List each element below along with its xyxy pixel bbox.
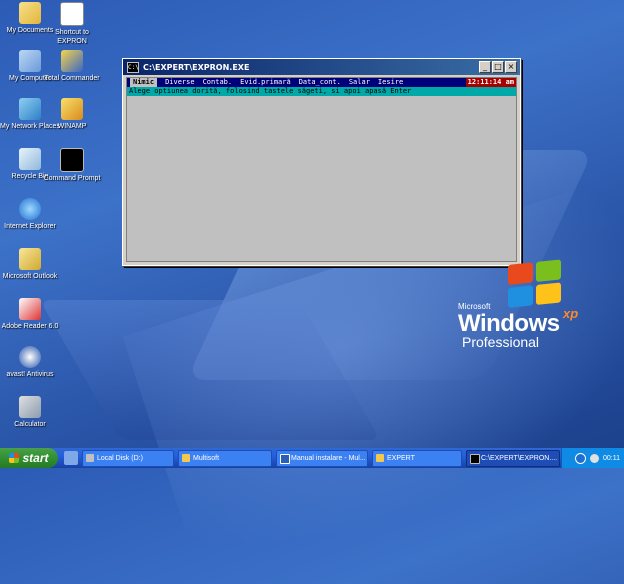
close-button[interactable]: × <box>505 61 517 73</box>
desktop-icon-total-commander[interactable]: Total Commander <box>42 50 102 83</box>
window-title: C:\EXPERT\EXPRON.EXE <box>143 62 250 72</box>
console-icon <box>470 453 480 464</box>
floppy-icon <box>61 50 83 72</box>
menu-item-evid-primara[interactable]: Evid.primară <box>240 78 291 87</box>
folder-icon <box>19 2 41 24</box>
menu-item-diverse[interactable]: Diverse <box>165 78 195 87</box>
menu-item-salar[interactable]: Salar <box>349 78 370 87</box>
menu-item-contab[interactable]: Contab. <box>203 78 233 87</box>
recycle-bin-icon <box>19 148 41 170</box>
desktop-icon-command-prompt[interactable]: Command Prompt <box>42 148 102 183</box>
desktop-icon-adobe-reader[interactable]: Adobe Reader 6.0 <box>0 298 60 331</box>
network-icon <box>19 98 41 120</box>
folder-icon <box>182 453 190 462</box>
menu-item-nimic[interactable]: Nimic <box>130 78 158 87</box>
calculator-icon <box>19 396 41 418</box>
start-button[interactable]: start <box>0 448 58 468</box>
avast-icon <box>19 346 41 368</box>
word-icon <box>280 453 290 464</box>
lightning-icon <box>61 98 83 120</box>
adobe-reader-icon <box>19 298 41 320</box>
quick-launch-icon[interactable] <box>64 451 78 465</box>
taskbar-item-expert[interactable]: EXPERT <box>372 449 462 467</box>
folder-icon <box>376 453 384 462</box>
desktop-icon-shortcut-expron[interactable]: Shortcut to EXPRON <box>42 2 102 46</box>
console-screen[interactable]: Nimic Diverse Contab. Evid.primară Data_… <box>126 77 517 262</box>
taskbar: start Local Disk (D:) Multisoft Manual i… <box>0 448 624 468</box>
start-label: start <box>22 451 49 465</box>
menu-item-data-cont[interactable]: Data_cont. <box>299 78 341 87</box>
clock[interactable]: 00:11 <box>603 455 620 462</box>
taskbar-item-expron[interactable]: C:\EXPERT\EXPRON.... <box>466 449 560 467</box>
logo-edition: Professional <box>462 334 540 350</box>
system-tray: 00:11 <box>561 448 624 468</box>
logo-version: xp <box>563 306 579 321</box>
menu-item-iesire[interactable]: Iesire <box>378 78 403 87</box>
expron-menu-bar: Nimic Diverse Contab. Evid.primară Data_… <box>127 78 516 87</box>
avast-tray-icon[interactable] <box>575 452 586 464</box>
window-titlebar[interactable]: C:\ C:\EXPERT\EXPRON.EXE _ □ × <box>123 59 520 75</box>
desktop-icon-avast[interactable]: avast! Antivirus <box>0 346 60 379</box>
volume-icon[interactable] <box>590 453 599 463</box>
windows-flag-logo <box>508 259 564 311</box>
taskbar-item-local-disk[interactable]: Local Disk (D:) <box>82 449 174 467</box>
desktop-icon-outlook[interactable]: Microsoft Outlook <box>0 248 60 281</box>
computer-icon <box>19 50 41 72</box>
minimize-button[interactable]: _ <box>479 61 491 73</box>
console-icon[interactable]: C:\ <box>127 61 139 73</box>
clock-display: 12:11:14 am <box>465 78 516 87</box>
internet-explorer-icon <box>19 198 41 220</box>
windows-flag-icon <box>9 453 20 463</box>
outlook-icon <box>19 248 41 270</box>
console-icon <box>60 148 84 172</box>
drive-icon <box>86 453 94 462</box>
taskbar-item-manual[interactable]: Manual instalare - Mul... <box>276 449 368 467</box>
maximize-button[interactable]: □ <box>492 61 504 73</box>
dos-program-icon <box>60 2 84 26</box>
desktop-icon-winamp[interactable]: WINAMP <box>42 98 102 131</box>
hint-line: Alege optiunea dorită, folosind tastele … <box>127 87 516 96</box>
taskbar-item-multisoft[interactable]: Multisoft <box>178 449 272 467</box>
console-window[interactable]: C:\ C:\EXPERT\EXPRON.EXE _ □ × Nimic Div… <box>122 58 521 266</box>
desktop-icon-internet-explorer[interactable]: Internet Explorer <box>0 198 60 231</box>
desktop-icon-calculator[interactable]: Calculator <box>0 396 60 429</box>
